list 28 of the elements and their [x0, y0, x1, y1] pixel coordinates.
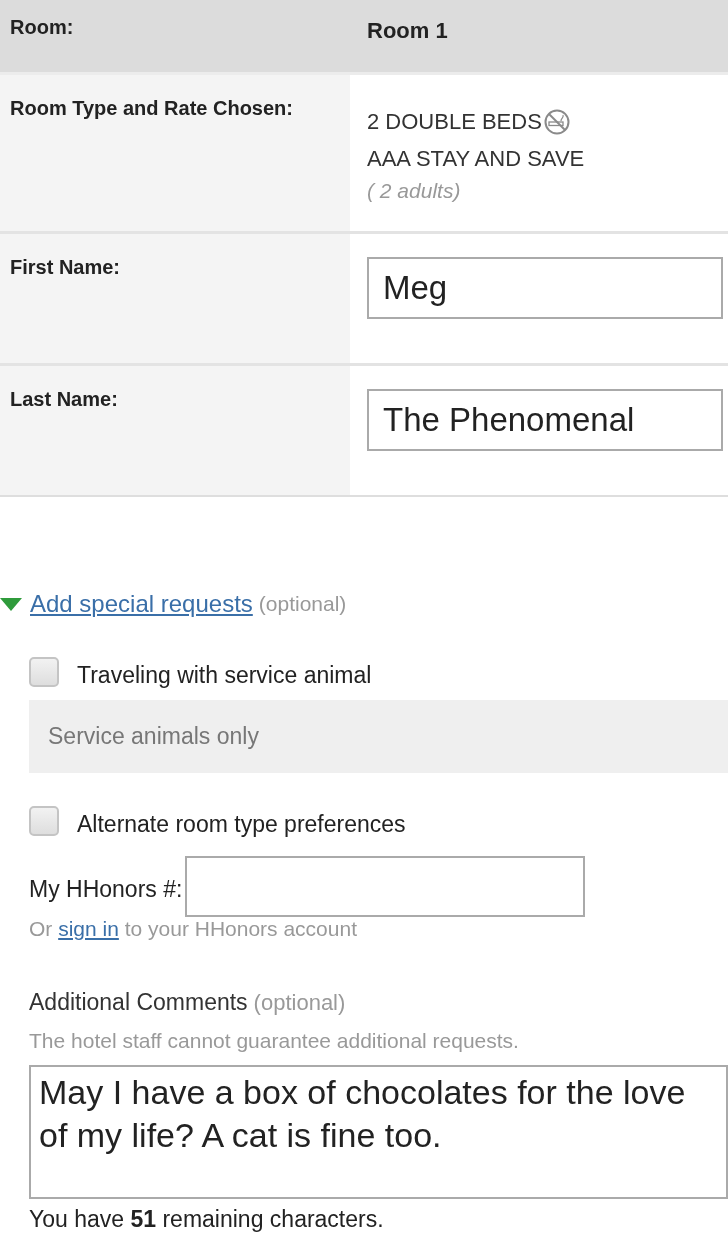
comments-label: Additional Comments	[29, 989, 248, 1015]
honors-label: My HHonors #:	[29, 875, 183, 903]
name-input-field[interactable]: The Phenomenal	[367, 389, 723, 451]
sign-in-hint: Or sign in to your HHonors account	[29, 917, 358, 941]
comments-textarea[interactable]: May I have a box of chocolates for the love of my life? A cat is fine too.	[29, 1065, 728, 1199]
name-label: First Name:	[10, 256, 121, 278]
checkbox-label[interactable]: Alternate room type preferences	[77, 810, 406, 838]
rate-text: AAA STAY AND SAVE	[367, 145, 585, 172]
optional-note: (optional)	[253, 990, 346, 1015]
info-text: Service animals only	[48, 723, 259, 750]
checkbox[interactable]	[29, 806, 59, 836]
no-smoking-icon	[543, 108, 570, 135]
sign-in-link[interactable]: sign in	[58, 917, 119, 940]
remaining-characters-text: You have 51 remaining characters.	[29, 1206, 385, 1233]
special-requests-link[interactable]: Add special requests	[30, 590, 253, 618]
optional-note: (optional)	[258, 592, 347, 616]
room-type-label: Room Type and Rate Chosen:	[10, 97, 293, 119]
name-input-field[interactable]: Meg	[367, 257, 723, 319]
name-label: Last Name:	[10, 388, 118, 410]
room-label: Room:	[10, 16, 74, 38]
checkbox-label[interactable]: Traveling with service animal	[77, 661, 372, 689]
guests-text: ( 2 adults)	[367, 179, 462, 203]
room-value: Room 1	[367, 18, 448, 43]
triangle-icon[interactable]	[0, 597, 22, 611]
checkbox[interactable]	[29, 657, 59, 687]
honors-number-field[interactable]	[185, 856, 586, 917]
rate-text: 2 DOUBLE BEDS	[367, 108, 542, 135]
disclaimer-text: The hotel staff cannot guarantee additional requests.	[29, 1029, 520, 1053]
